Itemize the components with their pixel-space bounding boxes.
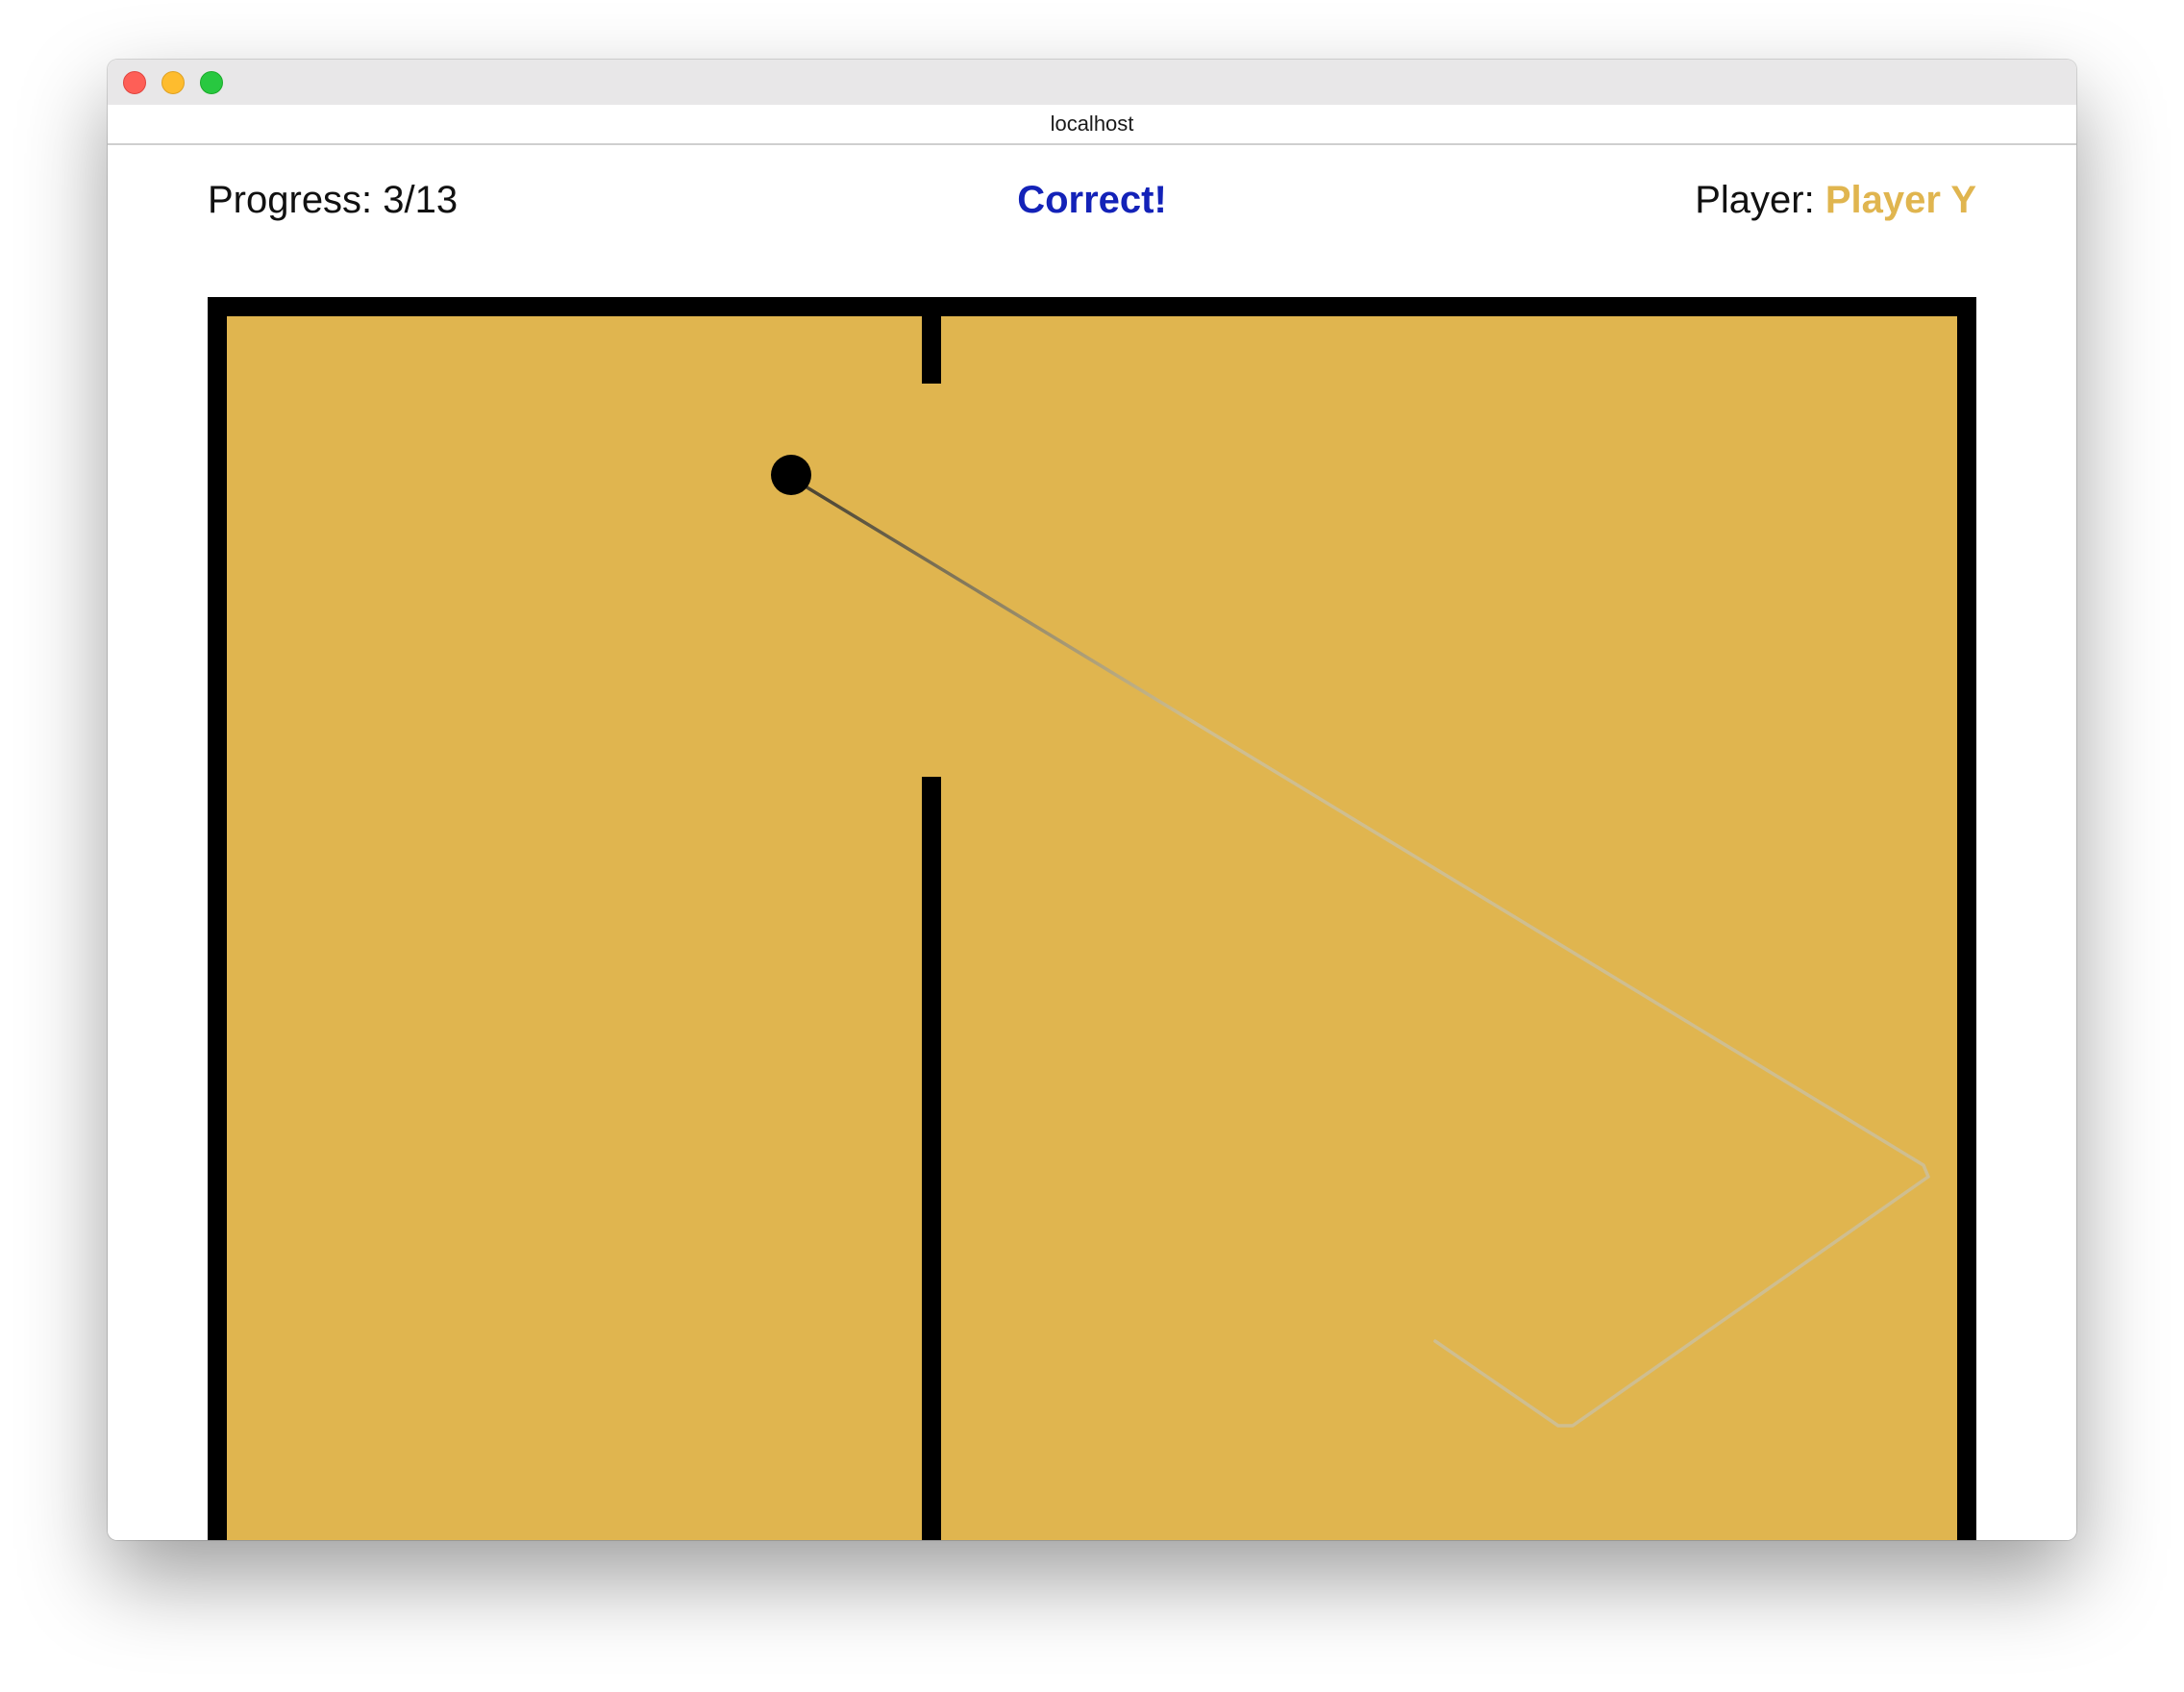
maze-wall-divider	[922, 777, 941, 1540]
maze-floor	[217, 307, 1967, 1540]
player-label: Player:	[1695, 179, 1825, 221]
address-bar[interactable]: localhost	[108, 105, 2076, 145]
player-name: Player Y	[1824, 179, 1976, 221]
minimize-window-icon[interactable]	[161, 71, 185, 94]
status-bar: Progress: 3/13 Correct! Player: Player Y	[208, 176, 1976, 224]
close-window-icon[interactable]	[123, 71, 146, 94]
window-titlebar	[108, 60, 2076, 105]
address-text: localhost	[1050, 112, 1134, 136]
maximize-window-icon[interactable]	[200, 71, 223, 94]
maze-wall-top-stub	[922, 307, 941, 384]
browser-window: localhost Progress: 3/13 Correct! Player…	[108, 60, 2076, 1540]
ball-icon[interactable]	[771, 455, 811, 495]
maze-board[interactable]	[208, 297, 1976, 1540]
page-viewport: Progress: 3/13 Correct! Player: Player Y	[108, 145, 2076, 1540]
maze-canvas[interactable]	[208, 297, 1976, 1540]
player-indicator: Player: Player Y	[1695, 176, 1976, 224]
